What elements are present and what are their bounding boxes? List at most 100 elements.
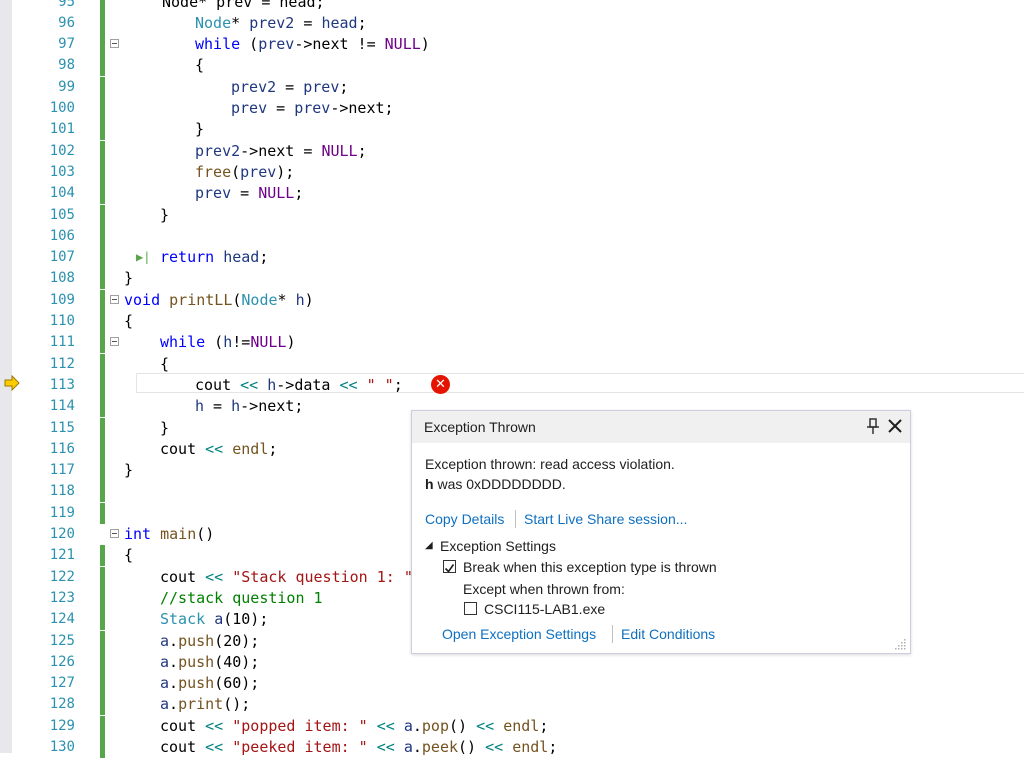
code-token: { [124, 546, 134, 565]
code-line[interactable]: 103 free(prev); [12, 161, 1024, 183]
line-number: 115 [49, 419, 75, 436]
code-line[interactable]: 104 prev = NULL; [12, 183, 1024, 205]
check-icon [444, 564, 455, 573]
code-line[interactable]: 106 [12, 225, 1024, 247]
code-token: . [169, 652, 179, 671]
code-text: { [195, 55, 204, 76]
code-token: ; [339, 77, 349, 96]
code-text: a.push(40); [160, 652, 259, 673]
error-icon[interactable]: ✕ [431, 375, 450, 394]
change-marker [100, 694, 105, 716]
code-token: h [231, 397, 241, 416]
code-token: int [124, 525, 152, 543]
code-token: NULL [258, 184, 295, 203]
code-line[interactable]: 102 prev2->next = NULL; [12, 140, 1024, 162]
change-marker [100, 289, 105, 311]
code-line[interactable]: 108} [12, 268, 1024, 290]
code-token: pop [421, 716, 449, 735]
resize-grip-icon[interactable] [895, 638, 907, 650]
change-marker [100, 673, 105, 695]
code-line[interactable]: 98 { [12, 55, 1024, 77]
code-text: int main() [124, 524, 214, 545]
code-line[interactable]: 129 cout << "popped item: " << a.pop() <<… [12, 715, 1024, 737]
code-line[interactable]: 128 a.print(); [12, 694, 1024, 716]
line-number: 105 [49, 206, 75, 223]
link-separator [515, 510, 516, 528]
change-marker [100, 161, 105, 183]
code-line[interactable]: 100 prev = prev->next; [12, 98, 1024, 119]
code-token: a [160, 695, 170, 714]
code-token: ->next != [294, 35, 385, 54]
code-line[interactable]: 112 { [12, 353, 1024, 375]
code-token: { [195, 56, 205, 75]
module-label[interactable]: CSCI115-LAB1.exe [484, 600, 605, 618]
code-token: cout [160, 738, 197, 756]
break-when-label[interactable]: Break when this exception type is thrown [463, 558, 717, 576]
change-marker [100, 587, 105, 609]
code-token: a [214, 610, 224, 629]
code-line[interactable]: 109 void printLL(Node* h) [12, 289, 1024, 311]
collapse-toggle-icon[interactable] [110, 39, 119, 49]
line-number: 125 [49, 632, 75, 649]
code-line[interactable]: 126 a.push(40); [12, 651, 1024, 673]
code-line[interactable]: 96 Node* prev2 = head; [12, 12, 1024, 34]
code-token: head [321, 13, 358, 32]
code-token: . [169, 674, 179, 693]
collapse-toggle-icon[interactable] [110, 337, 119, 347]
pin-icon[interactable] [866, 417, 880, 435]
code-token: ( [231, 162, 241, 181]
code-token: . [412, 738, 422, 756]
code-token: () [196, 525, 215, 543]
copy-details-link[interactable]: Copy Details [425, 510, 504, 528]
collapse-toggle-icon[interactable] [110, 529, 119, 538]
live-share-link[interactable]: Start Live Share session... [524, 510, 687, 528]
line-number: 109 [49, 291, 75, 308]
line-number: 100 [49, 100, 75, 116]
code-token: = [276, 77, 304, 96]
code-line[interactable]: 105} [12, 204, 1024, 226]
run-to-click-icon[interactable]: ▶| [136, 247, 150, 268]
open-exception-settings-link[interactable]: Open Exception Settings [442, 625, 596, 643]
break-when-checkbox[interactable] [443, 560, 456, 573]
code-token: << [367, 738, 404, 756]
collapse-triangle-icon[interactable]: ◢ [425, 537, 433, 555]
change-marker [100, 396, 105, 418]
code-token: = [294, 13, 322, 32]
code-line[interactable]: 107 ▶| return head; [12, 247, 1024, 269]
line-number: 102 [49, 142, 75, 159]
code-text: cout << "Stack question 1: " [160, 567, 413, 588]
code-token: ) [286, 333, 296, 352]
line-number: 99 [58, 78, 75, 95]
close-icon[interactable] [886, 417, 904, 435]
line-number: 107 [49, 249, 75, 266]
code-line[interactable]: 130 cout << "peeked item: " << a.peek() <… [12, 737, 1024, 758]
code-line[interactable]: 101} [12, 119, 1024, 141]
line-number: 103 [49, 163, 75, 180]
change-marker [100, 311, 105, 332]
code-token: "popped item: " [232, 716, 368, 735]
edit-conditions-link[interactable]: Edit Conditions [621, 625, 715, 643]
code-token: { [160, 354, 170, 373]
code-line[interactable]: 127 a.push(60); [12, 673, 1024, 695]
code-line[interactable]: 95 Node* prev = head; [12, 0, 1024, 13]
module-checkbox[interactable] [464, 602, 477, 615]
code-line[interactable]: 97 while (prev->next != NULL) [12, 34, 1024, 56]
collapse-toggle-icon[interactable] [110, 294, 119, 304]
code-token: } [160, 205, 170, 224]
code-line[interactable]: 111 while (h!=NULL) [12, 332, 1024, 354]
exception-popup: Exception Thrown Exception thrown: read … [411, 410, 911, 654]
exception-settings-header[interactable]: Exception Settings [440, 537, 556, 555]
code-text: a.push(60); [160, 673, 259, 694]
code-token: ) [420, 35, 430, 54]
code-token: Node* prev = head; [162, 0, 325, 11]
line-number: 118 [49, 483, 75, 500]
code-token: (); [223, 695, 251, 714]
change-marker [100, 98, 105, 119]
line-number: 129 [49, 717, 75, 734]
code-line[interactable]: 110 { [12, 311, 1024, 332]
code-token: prev [294, 99, 331, 117]
current-statement-arrow-icon [4, 374, 20, 392]
code-line[interactable]: 99 prev2 = prev; [12, 76, 1024, 98]
code-token: (10); [223, 610, 269, 629]
